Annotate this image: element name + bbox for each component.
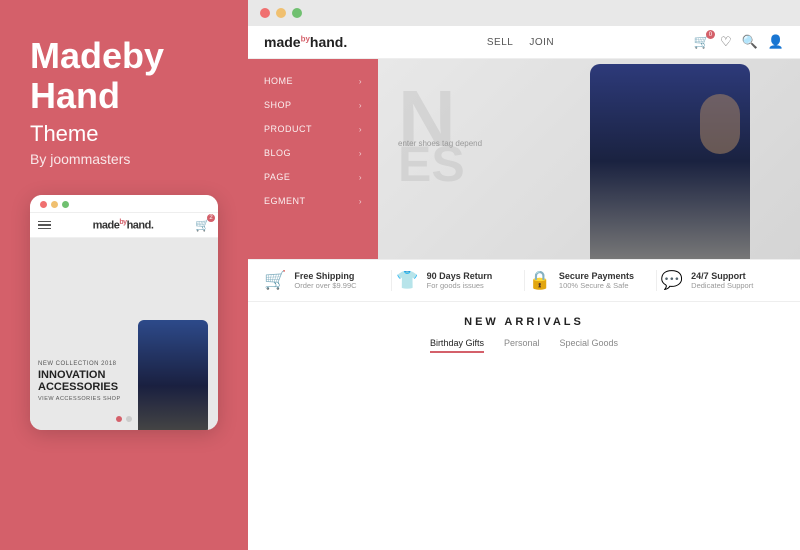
tab-personal[interactable]: Personal: [504, 338, 540, 353]
shipping-icon: 🛒: [264, 270, 286, 291]
chevron-right-icon: ›: [359, 77, 362, 86]
feature-support-title: 24/7 Support: [691, 271, 753, 281]
feature-shipping-text: Free Shipping Order over $9.99C: [294, 271, 356, 290]
chevron-right-icon: ›: [359, 197, 362, 206]
feature-divider-3: [656, 270, 657, 291]
hero-person: [590, 64, 750, 259]
menu-item-home[interactable]: HOME ›: [248, 69, 378, 93]
secure-icon: 🔒: [529, 270, 551, 291]
phone-top-bar: [30, 195, 218, 213]
brand-by: By joommasters: [30, 151, 130, 167]
phone-dot-1[interactable]: [116, 416, 122, 422]
menu-item-egment[interactable]: EGMENT ›: [248, 189, 378, 213]
phone-window-dots: [40, 201, 69, 208]
tab-special-goods[interactable]: Special Goods: [560, 338, 619, 353]
nav-sell[interactable]: SELL: [487, 37, 513, 48]
site-logo: madebyhand.: [264, 34, 347, 50]
wishlist-icon[interactable]: ♡: [720, 34, 732, 50]
phone-nav-bar: madebyhand. 🛒 2: [30, 213, 218, 238]
support-icon: 💬: [661, 270, 683, 291]
hero-person-body: [590, 64, 750, 259]
feature-return-title: 90 Days Return: [427, 271, 493, 281]
browser-chrome: [248, 0, 800, 26]
feature-divider-2: [524, 270, 525, 291]
feature-shipping-title: Free Shipping: [294, 271, 356, 281]
browser-dot-yellow: [276, 8, 286, 18]
menu-item-shop[interactable]: SHOP ›: [248, 93, 378, 117]
return-icon: 👕: [396, 270, 418, 291]
phone-hero: NEW COLLECTION 2018 INNOVATION ACCESSORI…: [30, 238, 218, 430]
phone-hero-label: NEW COLLECTION 2018: [38, 361, 121, 367]
hero-arm: [700, 94, 740, 154]
site-nav: SELL JOIN: [487, 37, 554, 48]
nav-join[interactable]: JOIN: [529, 37, 554, 48]
site-icons: 🛒 0 ♡ 🔍 👤: [694, 34, 784, 50]
phone-mockup: madebyhand. 🛒 2 NEW COLLECTION 2018 INNO…: [30, 195, 218, 430]
sidebar-menu: HOME › SHOP › PRODUCT › BLOG › PAGE ›: [248, 59, 378, 259]
chevron-right-icon: ›: [359, 149, 362, 158]
search-icon[interactable]: 🔍: [742, 34, 758, 50]
user-icon[interactable]: 👤: [768, 34, 784, 50]
chevron-right-icon: ›: [359, 125, 362, 134]
brand-title: Madeby Hand: [30, 36, 218, 115]
phone-cart-badge: 2: [207, 214, 215, 222]
feature-shipping-desc: Order over $9.99C: [294, 281, 356, 290]
browser-dot-green: [292, 8, 302, 18]
feature-return-text: 90 Days Return For goods issues: [427, 271, 493, 290]
feature-secure-desc: 100% Secure & Safe: [559, 281, 634, 290]
phone-hero-link[interactable]: VIEW ACCESSORIES SHOP: [38, 396, 121, 402]
cart-icon[interactable]: 🛒 0: [694, 34, 710, 50]
hero-image: N ES enter shoes tag depend: [378, 59, 800, 259]
phone-hero-dots: [116, 416, 132, 422]
feature-support-text: 24/7 Support Dedicated Support: [691, 271, 753, 290]
chevron-right-icon: ›: [359, 101, 362, 110]
browser-dot-red: [260, 8, 270, 18]
phone-hero-title: INNOVATION ACCESSORIES: [38, 369, 121, 393]
tab-birthday-gifts[interactable]: Birthday Gifts: [430, 338, 484, 353]
feature-free-shipping: 🛒 Free Shipping Order over $9.99C: [264, 270, 387, 291]
feature-support-desc: Dedicated Support: [691, 281, 753, 290]
hero-area: HOME › SHOP › PRODUCT › BLOG › PAGE ›: [248, 59, 800, 259]
phone-cart-icon[interactable]: 🛒 2: [195, 218, 210, 232]
cart-badge: 0: [706, 30, 715, 39]
feature-support: 💬 24/7 Support Dedicated Support: [661, 270, 784, 291]
phone-logo: madebyhand.: [93, 219, 154, 232]
brand-subtitle: Theme: [30, 121, 98, 147]
features-bar: 🛒 Free Shipping Order over $9.99C 👕 90 D…: [248, 259, 800, 301]
menu-item-page[interactable]: PAGE ›: [248, 165, 378, 189]
new-arrivals-section: NEW ARRIVALS Birthday Gifts Personal Spe…: [248, 301, 800, 363]
new-arrivals-tabs: Birthday Gifts Personal Special Goods: [264, 338, 784, 353]
phone-person-figure: [138, 320, 208, 430]
right-panel: madebyhand. SELL JOIN 🛒 0 ♡ 🔍 👤 HOM: [248, 0, 800, 550]
hero-tagline: enter shoes tag depend: [398, 139, 482, 148]
left-panel: Madeby Hand Theme By joommasters madebyh…: [0, 0, 248, 550]
feature-return: 👕 90 Days Return For goods issues: [396, 270, 519, 291]
feature-divider-1: [391, 270, 392, 291]
phone-dot-green: [62, 201, 69, 208]
new-arrivals-title: NEW ARRIVALS: [264, 316, 784, 328]
feature-secure-title: Secure Payments: [559, 271, 634, 281]
phone-dot-yellow: [51, 201, 58, 208]
hamburger-icon[interactable]: [38, 221, 51, 230]
feature-secure: 🔒 Secure Payments 100% Secure & Safe: [529, 270, 652, 291]
phone-dot-red: [40, 201, 47, 208]
feature-secure-text: Secure Payments 100% Secure & Safe: [559, 271, 634, 290]
menu-item-product[interactable]: PRODUCT ›: [248, 117, 378, 141]
phone-hero-text: NEW COLLECTION 2018 INNOVATION ACCESSORI…: [38, 361, 121, 402]
phone-dot-2[interactable]: [126, 416, 132, 422]
site-header: madebyhand. SELL JOIN 🛒 0 ♡ 🔍 👤: [248, 26, 800, 59]
feature-return-desc: For goods issues: [427, 281, 493, 290]
chevron-right-icon: ›: [359, 173, 362, 182]
browser-content: madebyhand. SELL JOIN 🛒 0 ♡ 🔍 👤 HOM: [248, 26, 800, 550]
menu-item-blog[interactable]: BLOG ›: [248, 141, 378, 165]
